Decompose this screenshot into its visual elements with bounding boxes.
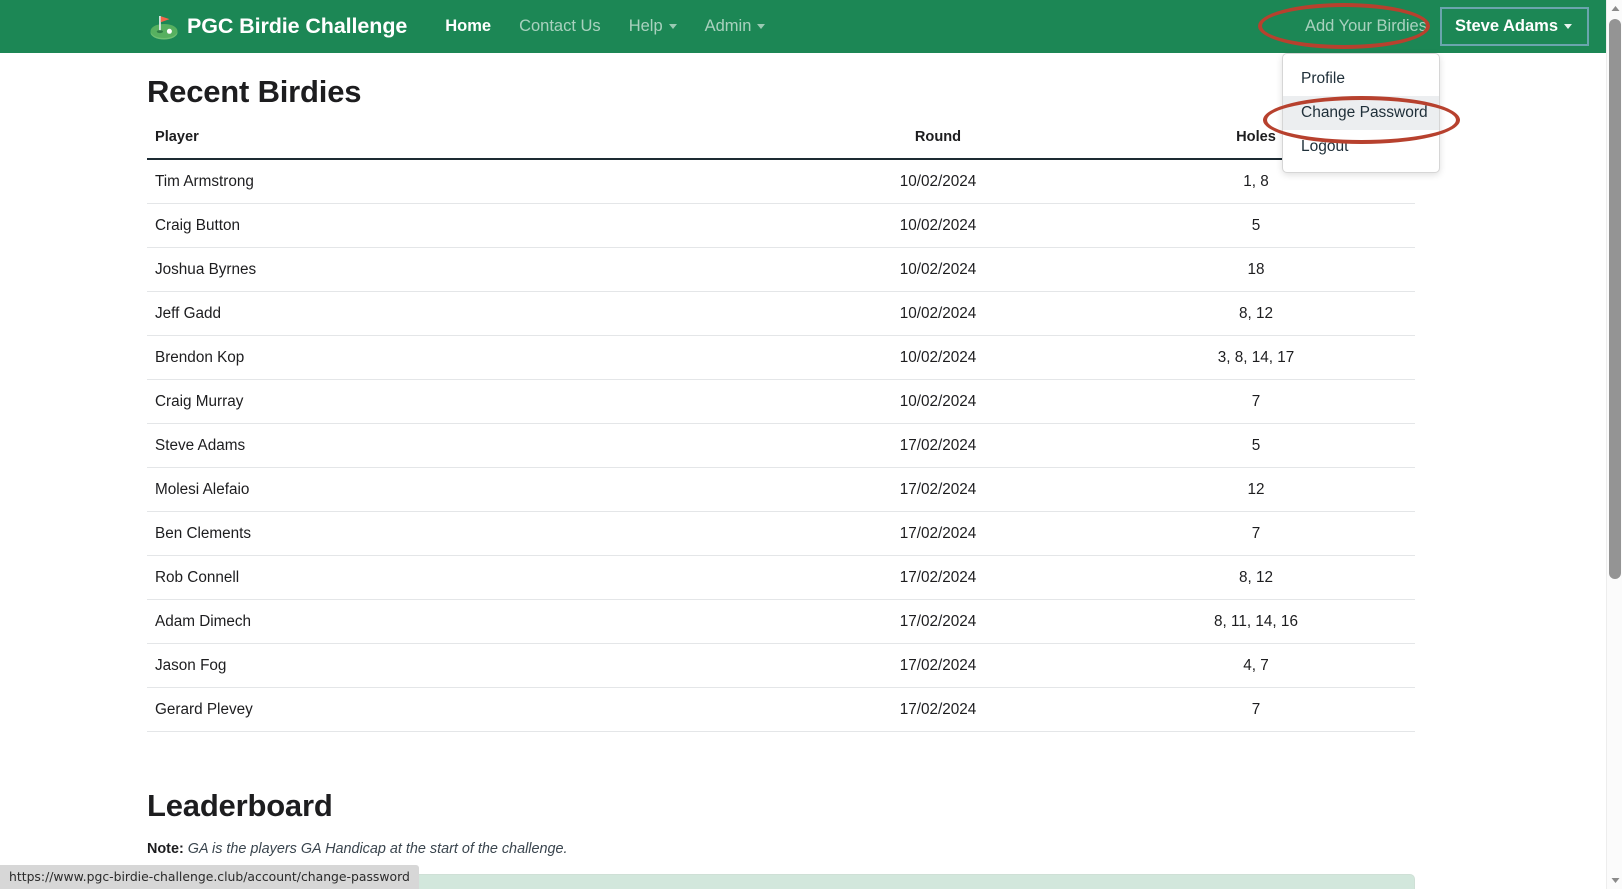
- nav-link-admin-label: Admin: [705, 17, 752, 35]
- table-row: Molesi Alefaio17/02/202412: [147, 468, 1415, 512]
- table-row: Adam Dimech17/02/20248, 11, 14, 16: [147, 600, 1415, 644]
- brand-logo-link[interactable]: PGC Birdie Challenge: [147, 13, 407, 41]
- cell-player: Jeff Gadd: [147, 292, 779, 336]
- dropdown-item-change-password-label: Change Password: [1301, 104, 1428, 121]
- scroll-down-arrow-icon[interactable]: [1607, 872, 1622, 889]
- cell-holes: 3, 8, 14, 17: [1097, 336, 1415, 380]
- dropdown-item-profile[interactable]: Profile: [1283, 62, 1439, 96]
- top-navbar: PGC Birdie Challenge Home Contact Us Hel…: [0, 0, 1606, 53]
- table-row: Gerard Plevey17/02/20247: [147, 688, 1415, 732]
- scrollbar-thumb[interactable]: [1609, 19, 1621, 579]
- nav-link-home-label: Home: [445, 17, 491, 35]
- table-row: Rob Connell17/02/20248, 12: [147, 556, 1415, 600]
- recent-birdies-table: Player Round Holes Tim Armstrong10/02/20…: [147, 129, 1415, 732]
- primary-nav: Home Contact Us Help Admin: [431, 9, 779, 44]
- cell-round: 17/02/2024: [779, 644, 1097, 688]
- cell-player: Jason Fog: [147, 644, 779, 688]
- cell-round: 17/02/2024: [779, 688, 1097, 732]
- cell-round: 17/02/2024: [779, 556, 1097, 600]
- cell-round: 17/02/2024: [779, 468, 1097, 512]
- cell-round: 10/02/2024: [779, 292, 1097, 336]
- leaderboard-note-text: GA is the players GA Handicap at the sta…: [188, 841, 568, 857]
- leaderboard-note-label: Note:: [147, 841, 184, 857]
- cell-holes: 12: [1097, 468, 1415, 512]
- table-row: Steve Adams17/02/20245: [147, 424, 1415, 468]
- table-head: Player Round Holes: [147, 129, 1415, 159]
- leaderboard-note: Note: GA is the players GA Handicap at t…: [147, 841, 1459, 857]
- user-menu-toggle[interactable]: Steve Adams: [1441, 8, 1588, 45]
- cell-holes: 8, 12: [1097, 556, 1415, 600]
- cell-round: 10/02/2024: [779, 380, 1097, 424]
- table-row: Brendon Kop10/02/20243, 8, 14, 17: [147, 336, 1415, 380]
- table-row: Tim Armstrong10/02/20241, 8: [147, 159, 1415, 204]
- cell-holes: 5: [1097, 204, 1415, 248]
- cell-round: 10/02/2024: [779, 248, 1097, 292]
- cell-player: Tim Armstrong: [147, 159, 779, 204]
- scroll-up-arrow-icon[interactable]: [1607, 0, 1622, 17]
- leaderboard-title: Leaderboard: [147, 788, 1459, 824]
- status-bar-url: https://www.pgc-birdie-challenge.club/ac…: [0, 865, 419, 889]
- nav-link-contact-us-label: Contact Us: [519, 17, 601, 35]
- cell-round: 10/02/2024: [779, 204, 1097, 248]
- cell-round: 17/02/2024: [779, 512, 1097, 556]
- table-header-row: Player Round Holes: [147, 129, 1415, 159]
- column-header-player: Player: [147, 129, 779, 159]
- cell-player: Adam Dimech: [147, 600, 779, 644]
- vertical-scrollbar[interactable]: [1606, 0, 1622, 889]
- brand-title: PGC Birdie Challenge: [187, 14, 407, 39]
- cell-round: 10/02/2024: [779, 336, 1097, 380]
- dropdown-item-change-password[interactable]: Change Password: [1283, 96, 1439, 130]
- golf-green-flag-icon: [147, 13, 179, 41]
- table-row: Jason Fog17/02/20244, 7: [147, 644, 1415, 688]
- cell-holes: 7: [1097, 512, 1415, 556]
- cell-round: 17/02/2024: [779, 600, 1097, 644]
- chevron-down-icon: [1564, 24, 1572, 29]
- secondary-nav: Add Your Birdies Steve Adams: [1291, 8, 1588, 45]
- dropdown-item-profile-label: Profile: [1301, 70, 1345, 87]
- cell-player: Rob Connell: [147, 556, 779, 600]
- cell-player: Craig Murray: [147, 380, 779, 424]
- table-row: Joshua Byrnes10/02/202418: [147, 248, 1415, 292]
- cell-player: Brendon Kop: [147, 336, 779, 380]
- page-content: Recent Birdies Player Round Holes Tim Ar…: [0, 53, 1606, 889]
- cell-player: Ben Clements: [147, 512, 779, 556]
- dropdown-item-logout-label: Logout: [1301, 138, 1348, 155]
- table-row: Ben Clements17/02/20247: [147, 512, 1415, 556]
- nav-link-admin[interactable]: Admin: [691, 9, 780, 44]
- table-row: Craig Button10/02/20245: [147, 204, 1415, 248]
- chevron-down-icon: [757, 24, 765, 29]
- user-dropdown-menu: Profile Change Password Logout: [1282, 53, 1440, 173]
- cell-holes: 18: [1097, 248, 1415, 292]
- browser-viewport: PGC Birdie Challenge Home Contact Us Hel…: [0, 0, 1622, 889]
- table-row: Craig Murray10/02/20247: [147, 380, 1415, 424]
- cell-player: Craig Button: [147, 204, 779, 248]
- cell-holes: 7: [1097, 380, 1415, 424]
- nav-link-help-label: Help: [629, 17, 663, 35]
- nav-link-add-your-birdies[interactable]: Add Your Birdies: [1291, 9, 1441, 44]
- nav-link-help[interactable]: Help: [615, 9, 691, 44]
- cell-player: Molesi Alefaio: [147, 468, 779, 512]
- nav-link-home[interactable]: Home: [431, 9, 505, 44]
- cell-round: 10/02/2024: [779, 159, 1097, 204]
- table-body: Tim Armstrong10/02/20241, 8Craig Button1…: [147, 159, 1415, 732]
- dropdown-item-logout[interactable]: Logout: [1283, 130, 1439, 164]
- cell-holes: 8, 11, 14, 16: [1097, 600, 1415, 644]
- cell-holes: 4, 7: [1097, 644, 1415, 688]
- column-header-round: Round: [779, 129, 1097, 159]
- page-title: Recent Birdies: [147, 74, 1459, 110]
- cell-player: Joshua Byrnes: [147, 248, 779, 292]
- table-row: Jeff Gadd10/02/20248, 12: [147, 292, 1415, 336]
- nav-link-contact-us[interactable]: Contact Us: [505, 9, 615, 44]
- cell-holes: 7: [1097, 688, 1415, 732]
- chevron-down-icon: [669, 24, 677, 29]
- user-menu-label: Steve Adams: [1455, 17, 1558, 35]
- cell-player: Steve Adams: [147, 424, 779, 468]
- add-your-birdies-label: Add Your Birdies: [1305, 17, 1427, 35]
- cell-holes: 8, 12: [1097, 292, 1415, 336]
- cell-round: 17/02/2024: [779, 424, 1097, 468]
- cell-player: Gerard Plevey: [147, 688, 779, 732]
- cell-holes: 5: [1097, 424, 1415, 468]
